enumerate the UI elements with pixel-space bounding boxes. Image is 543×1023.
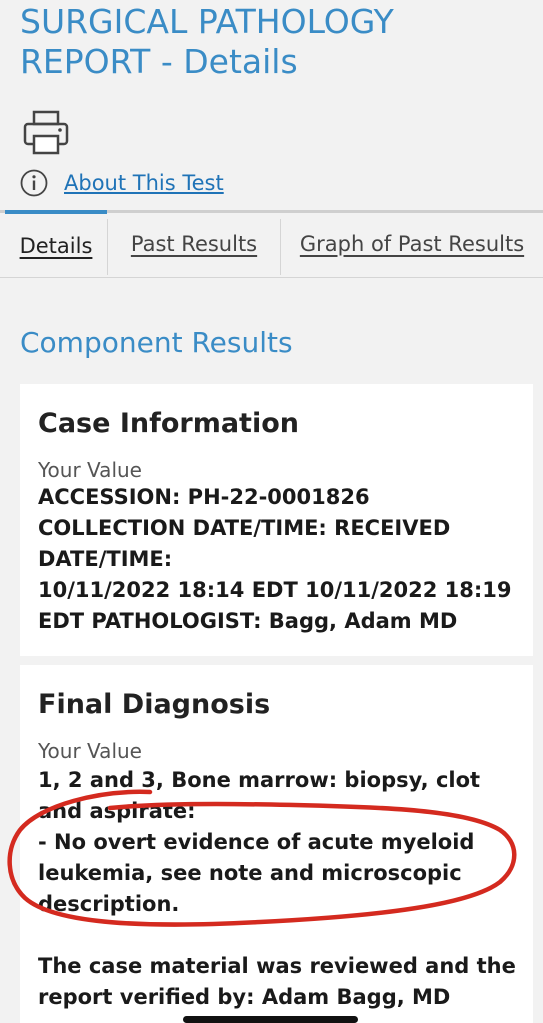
home-indicator	[183, 1016, 358, 1023]
tab-details[interactable]: Details	[5, 210, 107, 278]
case-information-card: Case Information Your Value ACCESSION: P…	[20, 384, 533, 656]
printer-icon[interactable]	[22, 110, 70, 156]
info-icon	[20, 169, 48, 197]
case-information-title: Case Information	[38, 408, 299, 439]
about-this-test-link[interactable]: About This Test	[64, 171, 224, 195]
final-diagnosis-value: 1, 2 and 3, Bone marrow: biopsy, clot an…	[38, 768, 481, 916]
case-information-value-label: Your Value	[38, 458, 142, 482]
about-row: About This Test	[20, 168, 224, 198]
tab-bar: Details Past Results Graph of Past Resul…	[0, 210, 543, 278]
final-diagnosis-title: Final Diagnosis	[38, 689, 271, 720]
tab-past-results[interactable]: Past Results	[108, 213, 280, 274]
tab-graph-of-past-results[interactable]: Graph of Past Results	[281, 213, 543, 274]
review-verification-text: The case material was reviewed and the r…	[38, 954, 516, 1009]
page-title: SURGICAL PATHOLOGY REPORT - Details	[20, 2, 394, 81]
case-information-value: ACCESSION: PH-22-0001826 COLLECTION DATE…	[38, 485, 512, 633]
final-diagnosis-value-label: Your Value	[38, 739, 142, 763]
component-results-heading: Component Results	[20, 326, 293, 359]
final-diagnosis-card: Final Diagnosis Your Value 1, 2 and 3, B…	[20, 665, 533, 1023]
